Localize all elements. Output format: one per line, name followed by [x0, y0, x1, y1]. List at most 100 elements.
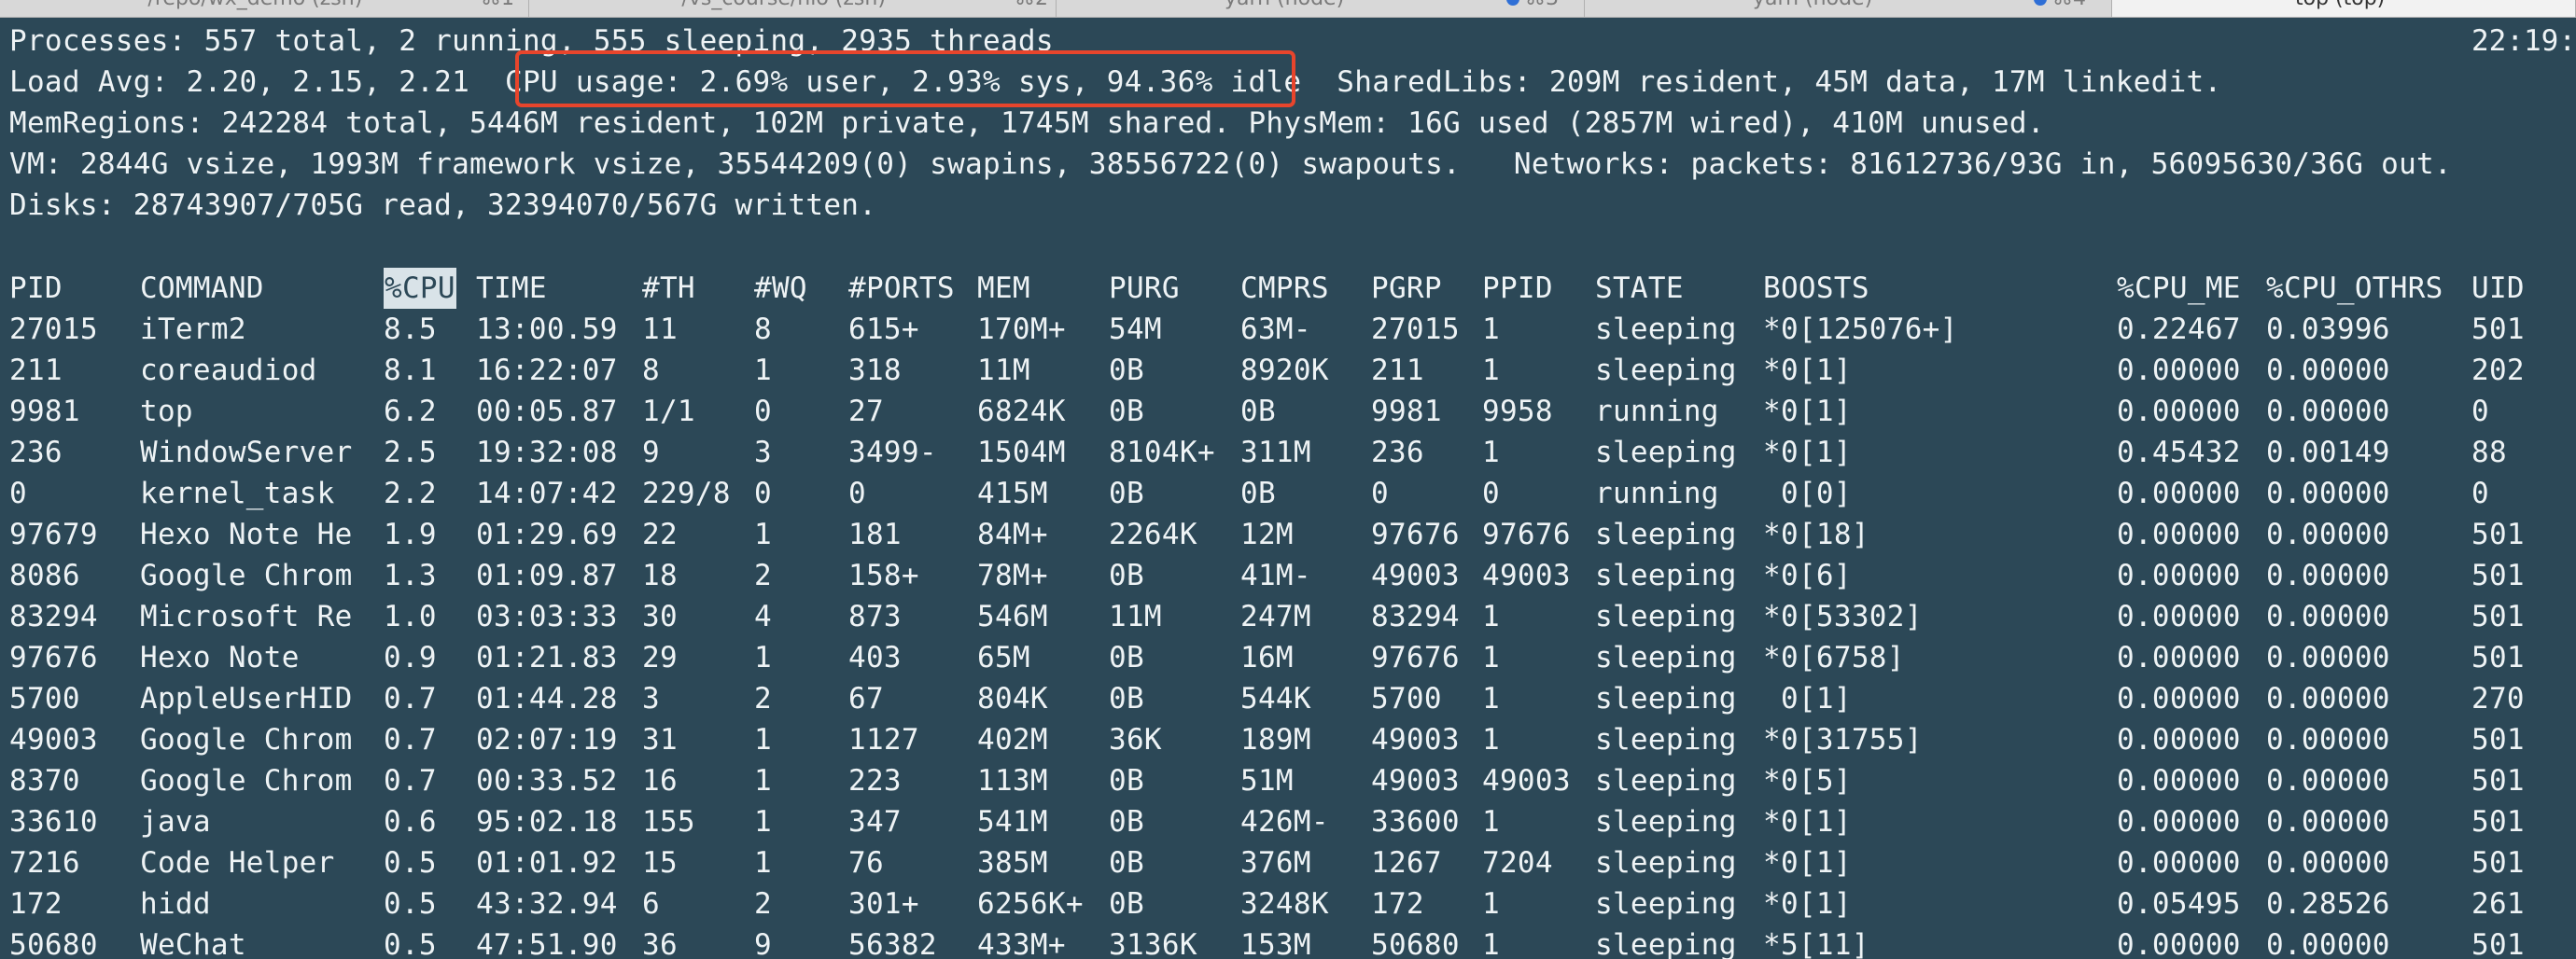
cell-command: coreaudiod: [140, 354, 317, 387]
cell-cmprs: 0B: [1240, 395, 1276, 428]
cell-cpu-othrs: 0.00000: [2266, 477, 2390, 510]
cell-state: running: [1595, 395, 1719, 428]
cell-boosts: *0[1]: [1763, 887, 1852, 921]
cell-purg: 0B: [1109, 682, 1144, 716]
cell-command: java: [140, 805, 211, 839]
cell-time: 16:22:07: [476, 354, 618, 387]
cell-mem: 541M: [977, 805, 1048, 839]
summary-clock: 22:19:: [2471, 24, 2576, 58]
cell-pgrp: 97676: [1371, 641, 1460, 674]
cell-cpu-me: 0.00000: [2117, 641, 2241, 674]
cell-cpu-me: 0.00000: [2117, 846, 2241, 880]
cell-purg: 0B: [1109, 846, 1144, 880]
cell-command: kernel_task: [140, 477, 335, 510]
cell-cpu: 8.1: [384, 354, 437, 387]
cell-pid: 83294: [9, 600, 98, 633]
cell-boosts: 0[1]: [1763, 682, 1852, 716]
cell-cpu: 6.2: [384, 395, 437, 428]
cell-pgrp: 211: [1371, 354, 1424, 387]
cell-threads: 229/8: [642, 477, 731, 510]
cell-ppid: 7204: [1482, 846, 1553, 880]
cell-time: 14:07:42: [476, 477, 618, 510]
cell-wq: 1: [754, 723, 772, 757]
cell-ports: 27: [848, 395, 884, 428]
cell-time: 01:44.28: [476, 682, 618, 716]
cell-cmprs: 12M: [1240, 518, 1294, 551]
cell-mem: 113M: [977, 764, 1048, 798]
cell-wq: 4: [754, 600, 772, 633]
cell-cpu: 0.5: [384, 928, 437, 959]
cell-time: 01:09.87: [476, 559, 618, 592]
cell-threads: 11: [642, 313, 678, 346]
cell-ppid: 49003: [1482, 559, 1571, 592]
cell-cpu: 0.6: [384, 805, 437, 839]
cell-boosts: *0[53302]: [1763, 600, 1923, 633]
column-header-ppid: PPID: [1482, 271, 1553, 305]
cell-cmprs: 0B: [1240, 477, 1276, 510]
cell-cpu-othrs: 0.00000: [2266, 518, 2390, 551]
cell-pgrp: 27015: [1371, 313, 1460, 346]
cell-ppid: 1: [1482, 928, 1500, 959]
cell-time: 02:07:19: [476, 723, 618, 757]
cell-state: sleeping: [1595, 887, 1737, 921]
cell-cpu-me: 0.45432: [2117, 436, 2241, 469]
cell-boosts: *0[1]: [1763, 436, 1852, 469]
cell-time: 13:00.59: [476, 313, 618, 346]
cell-uid: 501: [2471, 928, 2525, 959]
cell-cmprs: 544K: [1240, 682, 1311, 716]
cell-ppid: 1: [1482, 887, 1500, 921]
cpu-idle-sharedlibs: idle SharedLibs: 209M resident, 45M data…: [1230, 65, 2222, 99]
cell-cmprs: 51M: [1240, 764, 1294, 798]
cell-boosts: *0[6]: [1763, 559, 1852, 592]
cell-cpu: 0.7: [384, 682, 437, 716]
cell-ports: 67: [848, 682, 884, 716]
cell-cpu: 2.5: [384, 436, 437, 469]
column-header-mem: MEM: [977, 271, 1030, 305]
cell-state: sleeping: [1595, 518, 1737, 551]
cell-ports: 873: [848, 600, 902, 633]
cell-time: 19:32:08: [476, 436, 618, 469]
cell-ports: 347: [848, 805, 902, 839]
cell-state: sleeping: [1595, 928, 1737, 959]
cell-cpu-me: 0.00000: [2117, 682, 2241, 716]
cell-time: 00:33.52: [476, 764, 618, 798]
cell-purg: 11M: [1109, 600, 1162, 633]
column-header-cpu-me: %CPU_ME: [2117, 271, 2241, 305]
cell-state: sleeping: [1595, 764, 1737, 798]
cell-threads: 9: [642, 436, 660, 469]
cell-ppid: 1: [1482, 805, 1500, 839]
column-header-uid: UID: [2471, 271, 2525, 305]
summary-load-cpu: Load Avg: 2.20, 2.15, 2.21 CPU usage: 2.…: [9, 62, 2221, 103]
cell-cpu-me: 0.00000: [2117, 354, 2241, 387]
cell-pid: 0: [9, 477, 27, 510]
cell-boosts: *0[1]: [1763, 846, 1852, 880]
cell-time: 00:05.87: [476, 395, 618, 428]
cell-command: Google Chrom: [140, 764, 353, 798]
cell-state: sleeping: [1595, 641, 1737, 674]
cell-pid: 97679: [9, 518, 98, 551]
cell-pgrp: 97676: [1371, 518, 1460, 551]
cell-ports: 301+: [848, 887, 919, 921]
cell-ppid: 49003: [1482, 764, 1571, 798]
column-header-ports: #PORTS: [848, 271, 955, 305]
cell-cpu: 8.5: [384, 313, 437, 346]
cell-cmprs: 3248K: [1240, 887, 1329, 921]
cell-cmprs: 376M: [1240, 846, 1311, 880]
cell-state: sleeping: [1595, 600, 1737, 633]
cell-threads: 18: [642, 559, 678, 592]
cell-mem: 1504M: [977, 436, 1066, 469]
cell-state: sleeping: [1595, 354, 1737, 387]
cell-mem: 84M+: [977, 518, 1048, 551]
cell-cpu-me: 0.05495: [2117, 887, 2241, 921]
cell-cpu: 1.9: [384, 518, 437, 551]
cell-cpu-othrs: 0.00000: [2266, 600, 2390, 633]
cell-ports: 158+: [848, 559, 919, 592]
cell-pgrp: 5700: [1371, 682, 1442, 716]
cell-purg: 0B: [1109, 354, 1144, 387]
cell-pgrp: 83294: [1371, 600, 1460, 633]
cell-pgrp: 49003: [1371, 764, 1460, 798]
cell-purg: 54M: [1109, 313, 1162, 346]
cell-wq: 9: [754, 928, 772, 959]
cell-wq: 1: [754, 805, 772, 839]
cell-cmprs: 41M-: [1240, 559, 1311, 592]
